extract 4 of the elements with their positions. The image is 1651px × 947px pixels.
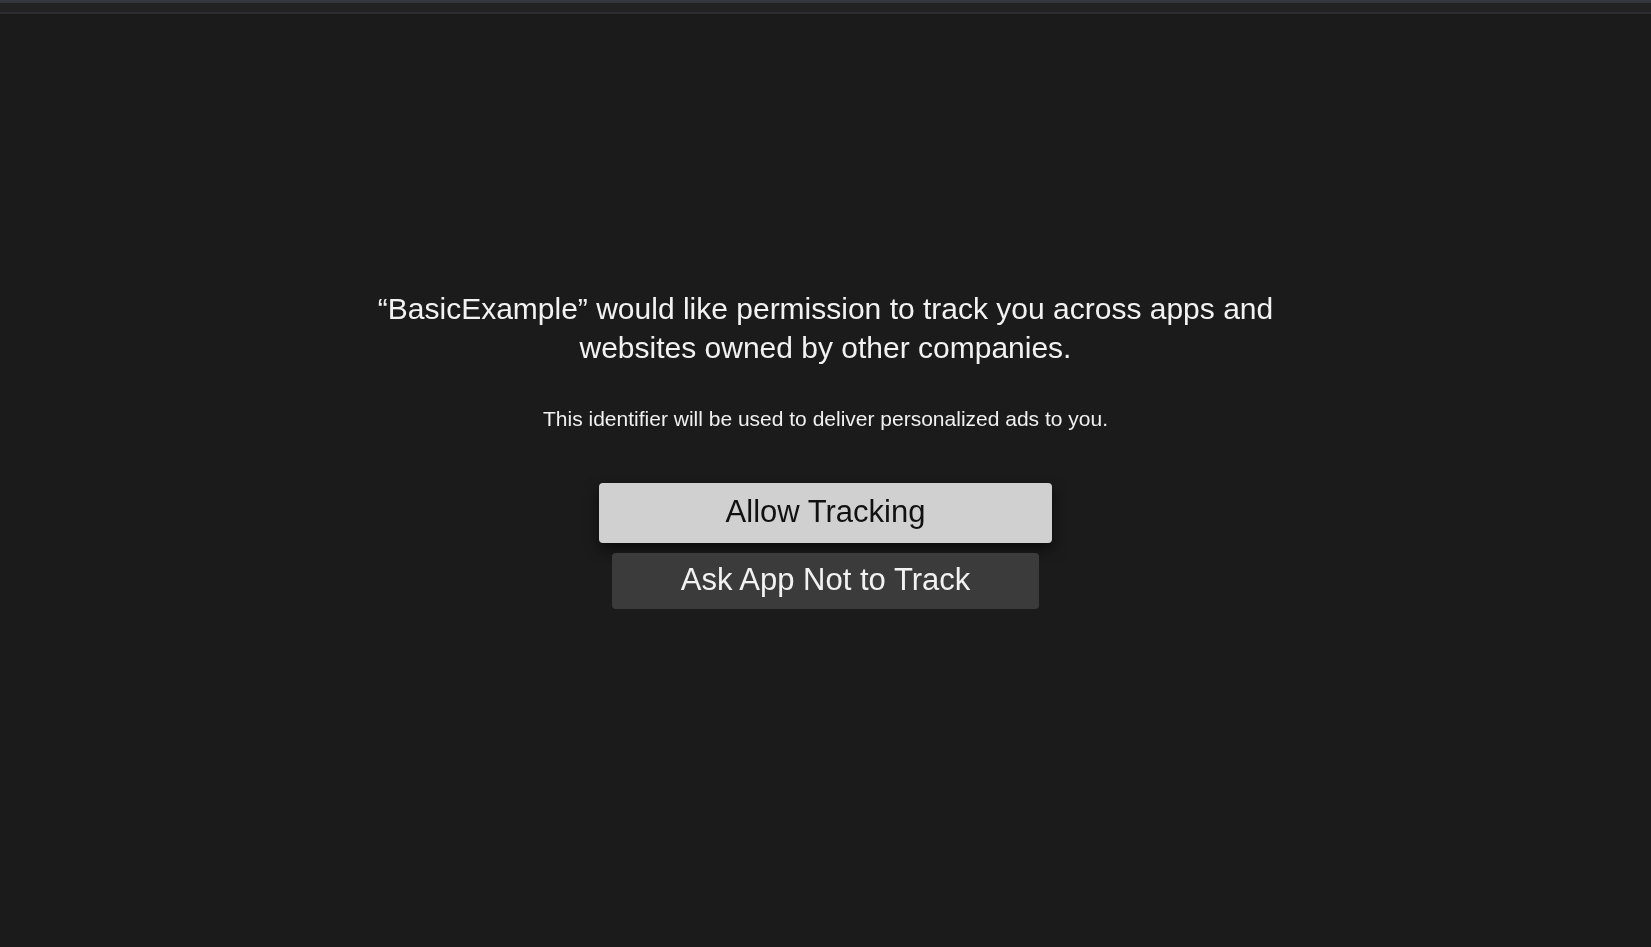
alert-title: “BasicExample” would like permission to track you across apps and websites owned by other companies.: [376, 291, 1275, 366]
alert-button[interactable]: Ask App Not to Track: [612, 552, 1039, 609]
alert-button[interactable]: Allow Tracking: [599, 482, 1052, 543]
alert-message: This identifier will be used to deliver personalized ads to you.: [543, 406, 1108, 432]
